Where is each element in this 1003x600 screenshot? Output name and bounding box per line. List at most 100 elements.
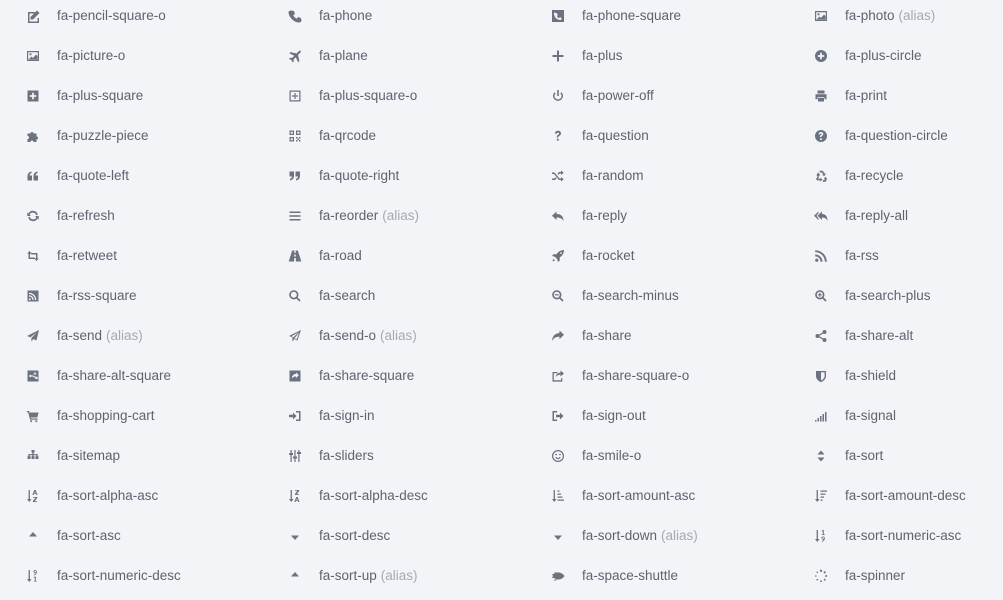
icon-entry-fa-power-off[interactable]: fa-power-off	[525, 80, 788, 111]
icon-entry-fa-pencil-square-o[interactable]: fa-pencil-square-o	[0, 0, 262, 31]
send-o-icon	[286, 327, 304, 345]
icon-class-name: fa-print	[845, 88, 888, 103]
sort-up-icon	[286, 567, 304, 585]
icon-entry-fa-phone[interactable]: fa-phone	[262, 0, 525, 31]
icon-class-name: fa-refresh	[57, 208, 115, 223]
icon-entry-fa-reply-all[interactable]: fa-reply-all	[788, 200, 1003, 231]
icon-entry-fa-reply[interactable]: fa-reply	[525, 200, 788, 231]
icon-class-name: fa-sort-asc	[57, 528, 121, 543]
icon-class-name: fa-puzzle-piece	[57, 128, 149, 143]
icon-entry-fa-sort-numeric-asc[interactable]: fa-sort-numeric-asc	[788, 520, 1003, 551]
icon-entry-fa-signal[interactable]: fa-signal	[788, 400, 1003, 431]
icon-entry-fa-search-plus[interactable]: fa-search-plus	[788, 280, 1003, 311]
icon-entry-fa-share-alt-square[interactable]: fa-share-alt-square	[0, 360, 262, 391]
icon-entry-fa-sort-asc[interactable]: fa-sort-asc	[0, 520, 262, 551]
icon-entry-fa-sliders[interactable]: fa-sliders	[262, 440, 525, 471]
icon-class-name: fa-road	[319, 248, 362, 263]
icon-class-name: fa-pencil-square-o	[57, 8, 166, 23]
icon-class-name: fa-share-square	[319, 368, 415, 383]
icon-entry-fa-photo[interactable]: fa-photo (alias)	[788, 0, 1003, 31]
sort-numeric-desc-icon	[24, 567, 42, 585]
icon-entry-fa-sort-amount-asc[interactable]: fa-sort-amount-asc	[525, 480, 788, 511]
icon-entry-fa-spinner[interactable]: fa-spinner	[788, 560, 1003, 591]
icon-entry-fa-sign-out[interactable]: fa-sign-out	[525, 400, 788, 431]
icon-entry-fa-sort-amount-desc[interactable]: fa-sort-amount-desc	[788, 480, 1003, 511]
icon-entry-fa-sort-alpha-asc[interactable]: fa-sort-alpha-asc	[0, 480, 262, 511]
icon-class-name: fa-share-square-o	[582, 368, 690, 383]
alias-label: (alias)	[382, 208, 420, 223]
road-icon	[286, 247, 304, 265]
icon-class-name: fa-sign-in	[319, 408, 375, 423]
icon-class-name: fa-search-plus	[845, 288, 931, 303]
icon-entry-fa-space-shuttle[interactable]: fa-space-shuttle	[525, 560, 788, 591]
icon-entry-fa-sort-down[interactable]: fa-sort-down (alias)	[525, 520, 788, 551]
share-alt-square-icon	[24, 367, 42, 385]
icon-entry-fa-refresh[interactable]: fa-refresh	[0, 200, 262, 231]
icon-entry-fa-rocket[interactable]: fa-rocket	[525, 240, 788, 271]
plane-icon	[286, 47, 304, 65]
power-off-icon	[549, 87, 567, 105]
icon-class-name: fa-send-o	[319, 328, 377, 343]
icon-entry-fa-send[interactable]: fa-send (alias)	[0, 320, 262, 351]
icon-entry-fa-retweet[interactable]: fa-retweet	[0, 240, 262, 271]
icon-entry-fa-phone-square[interactable]: fa-phone-square	[525, 0, 788, 31]
icon-class-name: fa-sort-numeric-asc	[845, 528, 962, 543]
icon-entry-fa-sort[interactable]: fa-sort	[788, 440, 1003, 471]
icon-entry-fa-road[interactable]: fa-road	[262, 240, 525, 271]
icon-entry-fa-print[interactable]: fa-print	[788, 80, 1003, 111]
icon-entry-fa-share-square[interactable]: fa-share-square	[262, 360, 525, 391]
icon-class-name: fa-plane	[319, 48, 368, 63]
search-minus-icon	[549, 287, 567, 305]
icon-class-name: fa-sort-up	[319, 568, 377, 583]
sliders-icon	[286, 447, 304, 465]
icon-entry-fa-picture-o[interactable]: fa-picture-o	[0, 40, 262, 71]
icon-entry-fa-quote-left[interactable]: fa-quote-left	[0, 160, 262, 191]
icon-class-name: fa-search-minus	[582, 288, 679, 303]
icon-class-name: fa-spinner	[845, 568, 906, 583]
sort-amount-asc-icon	[549, 487, 567, 505]
icon-entry-fa-share-square-o[interactable]: fa-share-square-o	[525, 360, 788, 391]
icon-class-name: fa-signal	[845, 408, 897, 423]
icon-entry-fa-sort-up[interactable]: fa-sort-up (alias)	[262, 560, 525, 591]
icon-entry-fa-plus-square-o[interactable]: fa-plus-square-o	[262, 80, 525, 111]
icon-entry-fa-puzzle-piece[interactable]: fa-puzzle-piece	[0, 120, 262, 151]
icon-entry-fa-qrcode[interactable]: fa-qrcode	[262, 120, 525, 151]
icon-entry-fa-quote-right[interactable]: fa-quote-right	[262, 160, 525, 191]
icon-class-name: fa-smile-o	[582, 448, 642, 463]
icon-entry-fa-search-minus[interactable]: fa-search-minus	[525, 280, 788, 311]
icon-entry-fa-plus-square[interactable]: fa-plus-square	[0, 80, 262, 111]
icon-entry-fa-plus[interactable]: fa-plus	[525, 40, 788, 71]
icon-entry-fa-sort-desc[interactable]: fa-sort-desc	[262, 520, 525, 551]
icon-entry-fa-plane[interactable]: fa-plane	[262, 40, 525, 71]
sort-alpha-desc-icon	[286, 487, 304, 505]
icon-entry-fa-sort-numeric-desc[interactable]: fa-sort-numeric-desc	[0, 560, 262, 591]
sort-down-icon	[549, 527, 567, 545]
icon-entry-fa-share-alt[interactable]: fa-share-alt	[788, 320, 1003, 351]
icon-entry-fa-reorder[interactable]: fa-reorder (alias)	[262, 200, 525, 231]
icon-entry-fa-question[interactable]: fa-question	[525, 120, 788, 151]
recycle-icon	[812, 167, 830, 185]
icon-entry-fa-plus-circle[interactable]: fa-plus-circle	[788, 40, 1003, 71]
icon-entry-fa-sort-alpha-desc[interactable]: fa-sort-alpha-desc	[262, 480, 525, 511]
icon-entry-fa-question-circle[interactable]: fa-question-circle	[788, 120, 1003, 151]
icon-entry-fa-rss-square[interactable]: fa-rss-square	[0, 280, 262, 311]
icon-entry-fa-smile-o[interactable]: fa-smile-o	[525, 440, 788, 471]
icon-entry-fa-sitemap[interactable]: fa-sitemap	[0, 440, 262, 471]
icon-entry-fa-share[interactable]: fa-share	[525, 320, 788, 351]
icon-entry-fa-send-o[interactable]: fa-send-o (alias)	[262, 320, 525, 351]
qrcode-icon	[286, 127, 304, 145]
icon-class-name: fa-sitemap	[57, 448, 121, 463]
icon-entry-fa-search[interactable]: fa-search	[262, 280, 525, 311]
shopping-cart-icon	[24, 407, 42, 425]
icon-class-name: fa-plus-square	[57, 88, 144, 103]
plus-square-icon	[24, 87, 42, 105]
icon-entry-fa-random[interactable]: fa-random	[525, 160, 788, 191]
spinner-icon	[812, 567, 830, 585]
icon-class-name: fa-recycle	[845, 168, 904, 183]
icon-entry-fa-shopping-cart[interactable]: fa-shopping-cart	[0, 400, 262, 431]
icon-entry-fa-shield[interactable]: fa-shield	[788, 360, 1003, 391]
icon-class-name: fa-rocket	[582, 248, 635, 263]
icon-entry-fa-rss[interactable]: fa-rss	[788, 240, 1003, 271]
icon-entry-fa-recycle[interactable]: fa-recycle	[788, 160, 1003, 191]
icon-entry-fa-sign-in[interactable]: fa-sign-in	[262, 400, 525, 431]
